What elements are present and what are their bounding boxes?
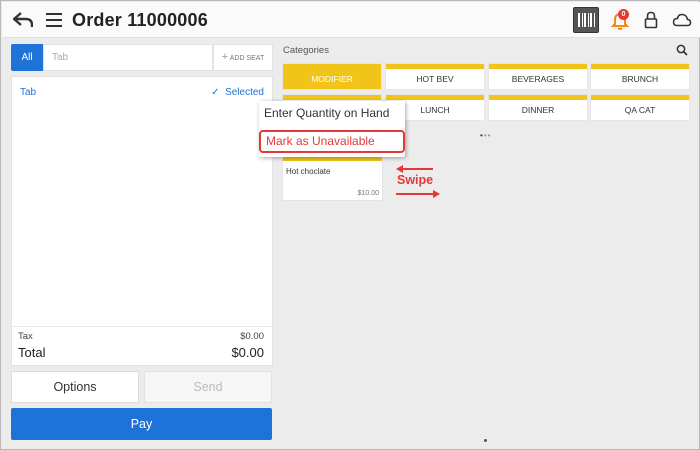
categories-heading: Categories <box>283 45 329 56</box>
tax-label: Tax <box>18 331 33 342</box>
plus-icon: + <box>221 51 229 63</box>
app-window: Order 11000006 0 All Tab + ADD SEAT Tab … <box>0 0 700 450</box>
hamburger-menu-icon[interactable] <box>46 13 62 27</box>
category-qa-cat[interactable]: QA CAT <box>591 95 689 120</box>
search-icon[interactable] <box>676 44 688 56</box>
selected-label: Selected <box>225 87 264 98</box>
menu-item-name: Hot choclate <box>286 167 331 176</box>
swipe-annotation: Swipe <box>397 173 434 187</box>
back-arrow-icon[interactable] <box>13 11 33 29</box>
seat-tab-row: All Tab + ADD SEAT <box>11 44 273 71</box>
selected-indicator[interactable]: ✓ Selected <box>211 87 264 98</box>
divider <box>12 326 272 327</box>
order-ticket: Tab ✓ Selected Tax $0.00 Total $0.00 <box>11 76 273 366</box>
ticket-tab-name[interactable]: Tab <box>20 87 36 98</box>
pay-button[interactable]: Pay <box>11 408 272 440</box>
tax-value: $0.00 <box>240 331 264 342</box>
item-context-menu: Enter Quantity on Hand Mark as Unavailab… <box>259 101 405 157</box>
notification-badge: 0 <box>618 9 629 20</box>
menu-item-price: $10.00 <box>357 190 379 197</box>
tab-all[interactable]: All <box>11 44 43 71</box>
send-button[interactable]: Send <box>144 371 272 403</box>
enter-quantity-option[interactable]: Enter Quantity on Hand <box>264 106 389 120</box>
pager-dot-inactive: •• <box>483 131 492 140</box>
category-beverages[interactable]: BEVERAGES <box>489 64 587 89</box>
barcode-icon[interactable] <box>573 7 599 33</box>
page-title: Order 11000006 <box>72 10 208 30</box>
total-value: $0.00 <box>231 345 264 360</box>
category-modifier[interactable]: MODIFIER <box>283 64 381 89</box>
add-seat-button[interactable]: + ADD SEAT <box>213 44 273 71</box>
tab-name-field[interactable]: Tab <box>43 44 213 71</box>
options-button[interactable]: Options <box>11 371 139 403</box>
arrow-right-icon <box>396 190 440 198</box>
cloud-icon[interactable] <box>672 13 692 27</box>
category-dinner[interactable]: DINNER <box>489 95 587 120</box>
lock-icon[interactable] <box>644 11 658 29</box>
category-hot-bev[interactable]: HOT BEV <box>386 64 484 89</box>
category-pager[interactable]: ••• <box>480 131 491 140</box>
total-label: Total <box>18 345 46 360</box>
add-seat-label: ADD SEAT <box>229 55 265 62</box>
category-brunch[interactable]: BRUNCH <box>591 64 689 89</box>
top-bar: Order 11000006 0 <box>2 2 700 38</box>
menu-item-card[interactable]: Hot choclate $10.00 <box>283 156 382 200</box>
checkmark-icon: ✓ <box>211 87 220 98</box>
mark-unavailable-option[interactable]: Mark as Unavailable <box>259 130 405 153</box>
page-indicator-dot <box>484 439 487 442</box>
